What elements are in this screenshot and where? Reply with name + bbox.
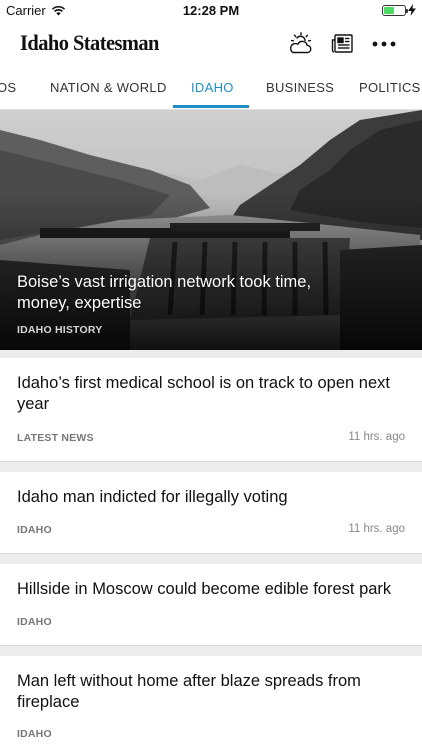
article-category: IDAHO [17,616,52,628]
hero-image [0,110,422,350]
article-category: IDAHO [17,728,52,740]
more-icon[interactable] [370,31,398,57]
hero-category: IDAHO HISTORY [17,324,103,336]
article-timestamp: 11 hrs. ago [348,523,405,535]
article-headline[interactable]: Hillside in Moscow could become edible f… [17,579,402,600]
article-timestamp: 11 hrs. ago [348,431,405,443]
article-headline[interactable]: Man left without home after blaze spread… [17,671,402,713]
article-category: IDAHO [17,524,52,536]
article-category: LATEST NEWS [17,432,94,444]
tab-partial[interactable]: OS [0,80,16,95]
eedition-icon[interactable] [329,31,357,57]
charging-bolt-icon [408,4,416,16]
battery-group [382,4,416,16]
article-card[interactable]: Idaho’s first medical school is on track… [0,358,422,462]
tab-business[interactable]: BUSINESS [266,80,334,95]
section-tabs: OS NATION & WORLD IDAHO BUSINESS POLITIC… [0,68,422,110]
battery-fill [384,6,394,14]
article-card[interactable]: Hillside in Moscow could become edible f… [0,564,422,646]
status-bar: Carrier 12:28 PM [0,0,422,22]
clock: 12:28 PM [182,3,240,18]
tab-nation-world[interactable]: NATION & WORLD [50,80,167,95]
hero-story[interactable]: Boise’s vast irrigation network took tim… [0,110,422,350]
weather-icon[interactable] [287,31,315,57]
tab-politics[interactable]: POLITICS [359,80,421,95]
article-headline[interactable]: Idaho man indicted for illegally voting [17,487,402,508]
brand-logo[interactable]: Idaho Statesman [20,30,159,56]
article-headline[interactable]: Idaho’s first medical school is on track… [17,373,402,415]
article-card[interactable]: Idaho man indicted for illegally voting … [0,472,422,554]
hero-headline[interactable]: Boise’s vast irrigation network took tim… [17,272,347,314]
app-header: Idaho Statesman [0,22,422,68]
battery-icon [382,4,408,16]
article-card[interactable]: Man left without home after blaze spread… [0,656,422,750]
active-tab-indicator [173,105,249,108]
tab-idaho[interactable]: IDAHO [191,80,234,95]
